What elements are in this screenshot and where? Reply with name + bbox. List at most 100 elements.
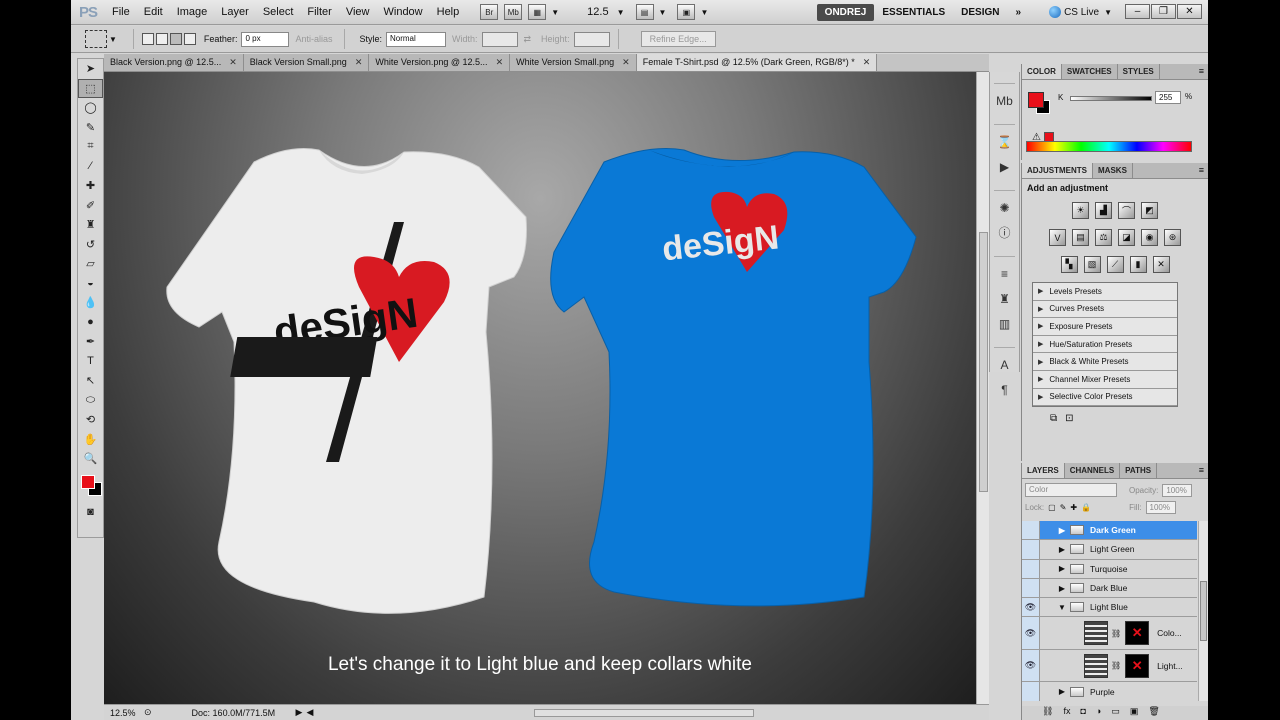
k-slider[interactable] <box>1070 96 1152 101</box>
tab-styles[interactable]: STYLES <box>1118 64 1160 79</box>
curves-icon[interactable]: ⌒ <box>1118 202 1135 219</box>
eyedropper-tool-icon[interactable]: ⁄ <box>78 157 103 177</box>
color-balance-icon[interactable]: ⚖ <box>1095 229 1112 246</box>
posterize-icon[interactable]: ▧ <box>1083 256 1101 273</box>
layer-dark-blue[interactable]: ▶ Dark Blue <box>1022 578 1197 599</box>
clone-source-icon[interactable]: ♜ <box>990 286 1019 311</box>
link-icon[interactable]: ⛓ <box>1111 629 1121 638</box>
layer-light-blue[interactable]: 👁 ▼ Light Blue <box>1022 598 1197 618</box>
expand-icon[interactable]: ▶ <box>1054 687 1070 696</box>
chevron-down-icon[interactable]: ▼ <box>109 35 117 44</box>
blend-mode-select[interactable]: Color <box>1025 483 1117 497</box>
eye-icon[interactable]: 👁 <box>1022 617 1040 649</box>
expand-icon[interactable]: ▶ <box>1054 545 1070 554</box>
screen-mode-icon[interactable]: ▣ <box>677 4 696 20</box>
black-white-icon[interactable]: ◪ <box>1118 229 1135 246</box>
vibrance-icon[interactable]: V <box>1049 229 1066 246</box>
dodge-tool-icon[interactable]: ● <box>78 313 103 333</box>
width-input[interactable] <box>481 31 518 47</box>
minimize-icon[interactable]: – <box>1125 4 1150 19</box>
selective-color-icon[interactable]: ✕ <box>1152 256 1170 273</box>
adjustment-thumbnail[interactable] <box>1084 621 1108 646</box>
horizontal-scroll-thumb[interactable] <box>534 709 754 717</box>
zoom-tool-icon[interactable]: 🔍 <box>78 449 103 469</box>
fill-input[interactable]: 100% <box>1145 501 1176 514</box>
history-panel-icon[interactable]: ⌛ <box>990 129 1019 154</box>
eye-icon[interactable]: 👁 <box>1022 598 1040 617</box>
expand-icon[interactable]: ▶ <box>1054 584 1070 593</box>
color-foreground[interactable] <box>1028 92 1044 108</box>
new-selection-icon[interactable] <box>141 33 154 45</box>
k-value-input[interactable]: 255 <box>1155 91 1181 104</box>
exposure-icon[interactable]: ◩ <box>1141 202 1158 219</box>
tab-black-version-small[interactable]: Black Version Small.png ✕ <box>243 54 370 71</box>
brush-presets-icon[interactable]: ≡ <box>990 261 1019 286</box>
color-ramp[interactable] <box>1026 141 1192 152</box>
tab-white-version[interactable]: White Version.png @ 12.5... ✕ <box>369 54 511 71</box>
arrange-documents-icon[interactable]: ▤ <box>635 4 654 20</box>
add-selection-icon[interactable] <box>155 33 168 45</box>
lock-transparency-icon[interactable]: ▢ <box>1048 503 1056 512</box>
menu-image[interactable]: Image <box>170 0 215 25</box>
bridge-icon[interactable]: Br <box>480 4 499 20</box>
healing-tool-icon[interactable]: ✚ <box>78 176 103 196</box>
move-tool-icon[interactable]: ➤ <box>78 59 103 79</box>
chevron-down-icon[interactable]: ▼ <box>700 8 708 17</box>
menu-window[interactable]: Window <box>377 0 430 25</box>
pen-tool-icon[interactable]: ✒ <box>78 332 103 352</box>
quick-select-tool-icon[interactable]: ✎ <box>78 118 103 138</box>
status-menu-icon[interactable]: ▶ <box>296 707 303 718</box>
paragraph-panel-icon[interactable]: ¶ <box>990 377 1019 402</box>
workspace-design[interactable]: DESIGN <box>953 4 1007 21</box>
lock-position-icon[interactable]: ✚ <box>1070 503 1077 512</box>
path-select-tool-icon[interactable]: ↖ <box>78 371 103 391</box>
tab-paths[interactable]: PATHS <box>1120 463 1158 478</box>
scroll-thumb[interactable] <box>1200 581 1207 641</box>
menu-view[interactable]: View <box>339 0 377 25</box>
link-layers-icon[interactable]: ⛓ <box>1042 706 1053 720</box>
mask-thumbnail[interactable]: ✕ <box>1125 653 1150 678</box>
close-icon[interactable]: ✕ <box>229 57 237 68</box>
preset-black-white[interactable]: ▶ Black & White Presets <box>1033 353 1177 371</box>
brightness-icon[interactable]: ☀ <box>1072 202 1089 219</box>
preset-hue-saturation[interactable]: ▶ Hue/Saturation Presets <box>1033 336 1177 354</box>
visibility-toggle[interactable] <box>1022 682 1040 701</box>
close-icon[interactable]: ✕ <box>355 57 363 68</box>
photo-filter-icon[interactable]: ◉ <box>1141 229 1158 246</box>
document-canvas[interactable]: deSigN deSigN Let's change it to Light b… <box>104 72 976 704</box>
adjustment-thumbnail[interactable] <box>1084 653 1108 678</box>
eraser-tool-icon[interactable]: ▱ <box>78 254 103 274</box>
clone-stamp-tool-icon[interactable]: ♜ <box>78 215 103 235</box>
marquee-tool-icon[interactable]: ⬚ <box>78 78 103 98</box>
hue-saturation-icon[interactable]: ▤ <box>1072 229 1089 246</box>
tab-white-version-small[interactable]: White Version Small.png ✕ <box>510 54 637 71</box>
scroll-left-icon[interactable]: ◀ <box>306 707 313 718</box>
preset-levels[interactable]: ▶ Levels Presets <box>1033 283 1177 301</box>
history-brush-tool-icon[interactable]: ↺ <box>78 235 103 255</box>
panel-menu-icon[interactable]: ≡ <box>1195 64 1208 79</box>
paint-bucket-tool-icon[interactable]: ◒ <box>78 274 103 294</box>
visibility-toggle[interactable] <box>1022 521 1040 540</box>
antialias-checkbox[interactable]: Anti-alias <box>295 34 332 44</box>
more-workspaces-icon[interactable]: » <box>1008 4 1030 21</box>
workspace-ondrej[interactable]: ONDREJ <box>816 3 875 21</box>
layer-turquoise[interactable]: ▶ Turquoise <box>1022 559 1197 579</box>
clip-icon[interactable]: ⊡ <box>1065 413 1073 424</box>
style-select[interactable]: Normal <box>385 31 446 47</box>
layer-color-adjustment[interactable]: 👁 ⛓ ✕ Colo... <box>1022 617 1197 650</box>
zoom-level[interactable]: 12.5 <box>587 6 608 18</box>
status-info-icon[interactable]: ⊙ <box>144 707 152 718</box>
tab-adjustments[interactable]: ADJUSTMENTS <box>1022 163 1094 178</box>
chevron-down-icon[interactable]: ▼ <box>617 8 625 17</box>
3d-rotate-tool-icon[interactable]: ⟲ <box>78 410 103 430</box>
mask-thumbnail[interactable]: ✕ <box>1125 621 1150 646</box>
layer-style-icon[interactable]: fx <box>1063 706 1070 720</box>
quick-mask-icon[interactable]: ◙ <box>78 503 103 523</box>
channel-mixer-icon[interactable]: ⊛ <box>1164 229 1181 246</box>
new-layer-icon[interactable]: ▣ <box>1130 706 1139 720</box>
mini-bridge-panel-icon[interactable]: Mb <box>990 88 1019 113</box>
blur-tool-icon[interactable]: 💧 <box>78 293 103 313</box>
layer-dark-green[interactable]: ▶ Dark Green <box>1022 521 1197 541</box>
foreground-color[interactable] <box>81 474 95 489</box>
status-zoom[interactable]: 12.5% <box>104 708 144 718</box>
